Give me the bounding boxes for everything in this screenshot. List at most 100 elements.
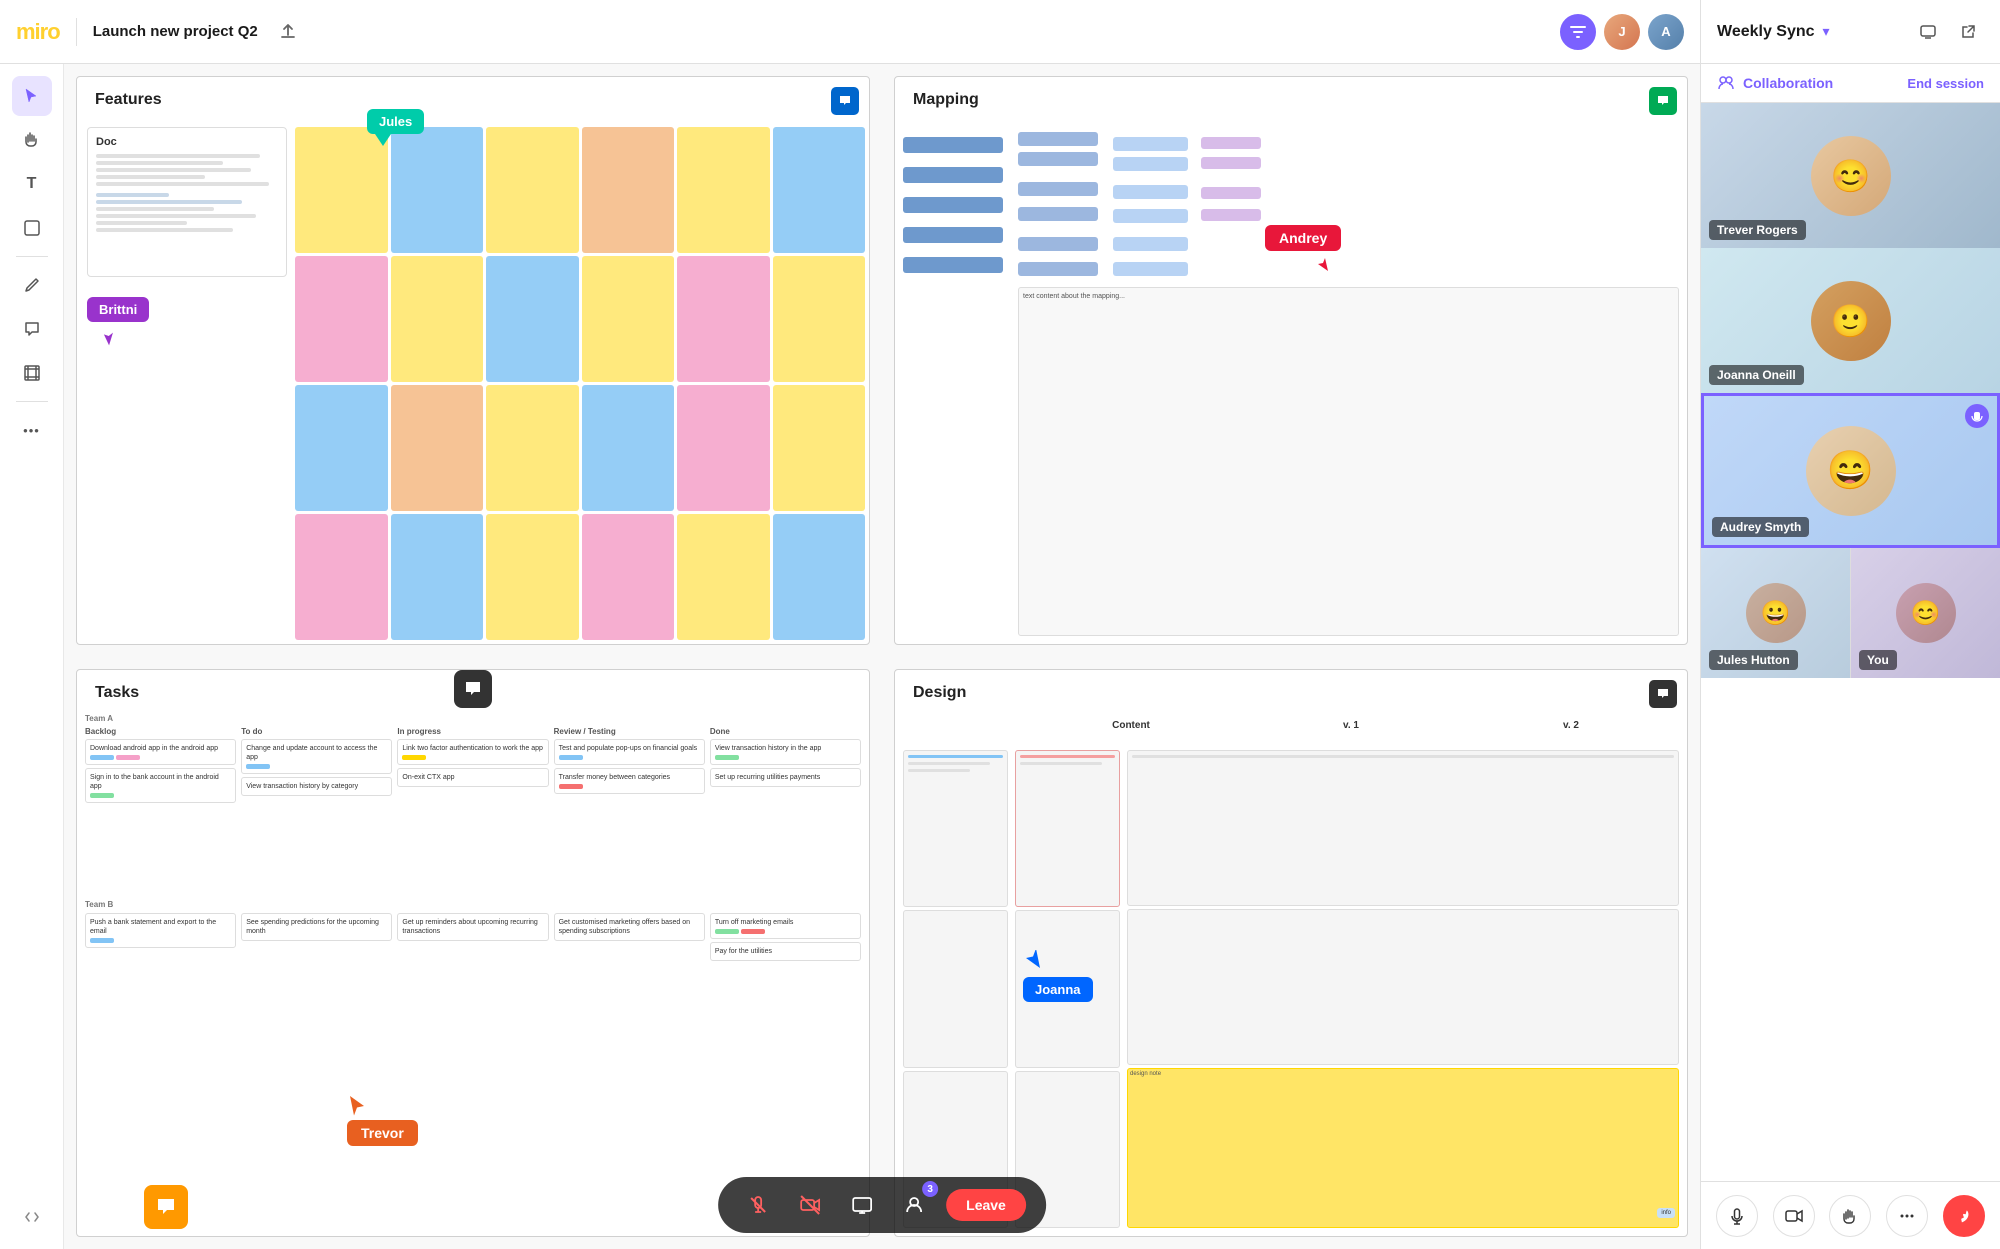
collaboration-tab[interactable]: Collaboration End session <box>1701 64 2000 103</box>
sticky-note[interactable] <box>582 385 675 511</box>
kanban-card[interactable]: Push a bank statement and export to the … <box>85 913 236 948</box>
tag <box>90 793 114 798</box>
sticky-note[interactable] <box>295 256 388 382</box>
kanban-card[interactable]: See spending predictions for the upcomin… <box>241 913 392 941</box>
participants-wrapper: 3 <box>894 1185 934 1225</box>
sticky-note[interactable] <box>295 514 388 640</box>
mapping-message-icon[interactable] <box>1649 87 1677 115</box>
more-control-button[interactable] <box>1886 1195 1928 1237</box>
sticky-note[interactable] <box>582 127 675 253</box>
kanban-card[interactable]: Sign in to the bank account in the andro… <box>85 768 236 803</box>
sticky-note[interactable] <box>582 514 675 640</box>
kanban-card[interactable]: View transaction history by category <box>241 777 392 796</box>
sticky-note[interactable] <box>295 385 388 511</box>
video-jules-hutton[interactable]: 😀 Jules Hutton <box>1701 548 1850 678</box>
hand-control-button[interactable] <box>1829 1195 1871 1237</box>
col-header-todo: To do <box>241 727 392 736</box>
mute-button[interactable] <box>738 1185 778 1225</box>
mic-control-button[interactable] <box>1716 1195 1758 1237</box>
mapping-text: text content about the mapping... <box>1023 292 1674 302</box>
video-joanna-oneill[interactable]: 🙂 Joanna Oneill <box>1701 248 2000 393</box>
end-session-button[interactable]: End session <box>1907 76 1984 91</box>
upload-button[interactable] <box>270 14 306 50</box>
select-tool-button[interactable] <box>12 76 52 116</box>
sticky-note[interactable] <box>391 385 484 511</box>
features-message-icon[interactable] <box>831 87 859 115</box>
sticky-note[interactable] <box>677 127 770 253</box>
tasks-float-chat[interactable] <box>454 670 492 708</box>
panel-screen-button[interactable] <box>1912 16 1944 48</box>
sticky-note[interactable] <box>773 127 866 253</box>
todo-b-cards: See spending predictions for the upcomin… <box>241 913 392 941</box>
kanban-card[interactable]: View transaction history in the app <box>710 739 861 765</box>
kanban-card[interactable]: Get customised marketing offers based on… <box>554 913 705 941</box>
flow-node <box>1201 209 1261 221</box>
miro-logo: miro <box>16 19 60 45</box>
video-audrey-smyth[interactable]: 😄 Audrey Smyth <box>1701 393 2000 548</box>
doc-line <box>96 200 242 204</box>
toolbar-collapse[interactable] <box>12 1197 52 1237</box>
card-tags <box>715 755 856 760</box>
sticky-note[interactable] <box>486 127 579 253</box>
sticky-note[interactable] <box>677 256 770 382</box>
sticky-note[interactable] <box>391 256 484 382</box>
card-tags <box>559 784 700 789</box>
you-name-tag: You <box>1859 650 1897 670</box>
comment-tool-button[interactable] <box>12 309 52 349</box>
sticky-note[interactable] <box>486 256 579 382</box>
sticky-note[interactable] <box>773 514 866 640</box>
video-trever-rogers[interactable]: 😊 Trever Rogers <box>1701 103 2000 248</box>
avatar-user1[interactable]: J <box>1604 14 1640 50</box>
sticky-note[interactable] <box>773 256 866 382</box>
jules-cursor: Jules <box>367 109 424 146</box>
leave-button[interactable]: Leave <box>946 1189 1026 1221</box>
sticky-note[interactable] <box>677 385 770 511</box>
flow-node <box>1113 237 1188 251</box>
sticky-note-tool-button[interactable] <box>12 208 52 248</box>
panel-chevron-icon[interactable]: ▾ <box>1823 23 1830 40</box>
sticky-note[interactable] <box>391 514 484 640</box>
end-call-button[interactable] <box>1943 1195 1985 1237</box>
kanban-card[interactable]: Test and populate pop-ups on financial g… <box>554 739 705 765</box>
floating-chat-button[interactable] <box>144 1185 188 1229</box>
call-controls <box>1701 1181 2000 1249</box>
kanban-card[interactable]: Transfer money between categories <box>554 768 705 794</box>
design-message-icon[interactable] <box>1649 680 1677 708</box>
kanban-card[interactable]: Turn off marketing emails <box>710 913 861 939</box>
panel-external-button[interactable] <box>1952 16 1984 48</box>
hand-tool-button[interactable] <box>12 120 52 160</box>
kanban-card[interactable]: Set up recurring utilities payments <box>710 768 861 787</box>
tasks-section: Tasks Team A Backlog Download android ap… <box>76 669 870 1238</box>
kanban-card[interactable]: Pay for the utilities <box>710 942 861 961</box>
col-header-backlog: Backlog <box>85 727 236 736</box>
sticky-note[interactable] <box>677 514 770 640</box>
mapping-flow: text content about the mapping... <box>903 127 1679 636</box>
more-tools-button[interactable]: ••• <box>12 410 52 450</box>
design-wireframe-v1 <box>1015 750 1120 908</box>
kanban-card[interactable]: Get up reminders about upcoming recurrin… <box>397 913 548 941</box>
design-sticky-note: design note <box>1127 1068 1679 1228</box>
share-screen-button[interactable] <box>842 1185 882 1225</box>
bottom-call-toolbar: 3 Leave <box>718 1177 1046 1233</box>
text-tool-button[interactable]: T <box>12 164 52 204</box>
trevor-cursor: Trevor <box>347 1094 418 1146</box>
doc-line <box>96 175 205 179</box>
camera-control-button[interactable] <box>1773 1195 1815 1237</box>
camera-off-button[interactable] <box>790 1185 830 1225</box>
inprogress-cards: Link two factor authentication to work t… <box>397 739 548 787</box>
sticky-note[interactable] <box>582 256 675 382</box>
sticky-note[interactable] <box>486 514 579 640</box>
kanban-card[interactable]: Change and update account to access the … <box>241 739 392 774</box>
sticky-note[interactable] <box>486 385 579 511</box>
filter-avatar[interactable] <box>1560 14 1596 50</box>
kanban-card[interactable]: Link two factor authentication to work t… <box>397 739 548 765</box>
video-you[interactable]: 😊 You <box>1850 548 2000 678</box>
pen-tool-button[interactable] <box>12 265 52 305</box>
frame-tool-button[interactable] <box>12 353 52 393</box>
collapse-arrows-button[interactable] <box>12 1197 52 1237</box>
canvas[interactable]: Features Doc <box>64 64 1700 1249</box>
kanban-card[interactable]: Download android app in the android app <box>85 739 236 765</box>
sticky-note[interactable] <box>773 385 866 511</box>
kanban-card[interactable]: On-exit CTX app <box>397 768 548 787</box>
avatar-user2[interactable]: A <box>1648 14 1684 50</box>
